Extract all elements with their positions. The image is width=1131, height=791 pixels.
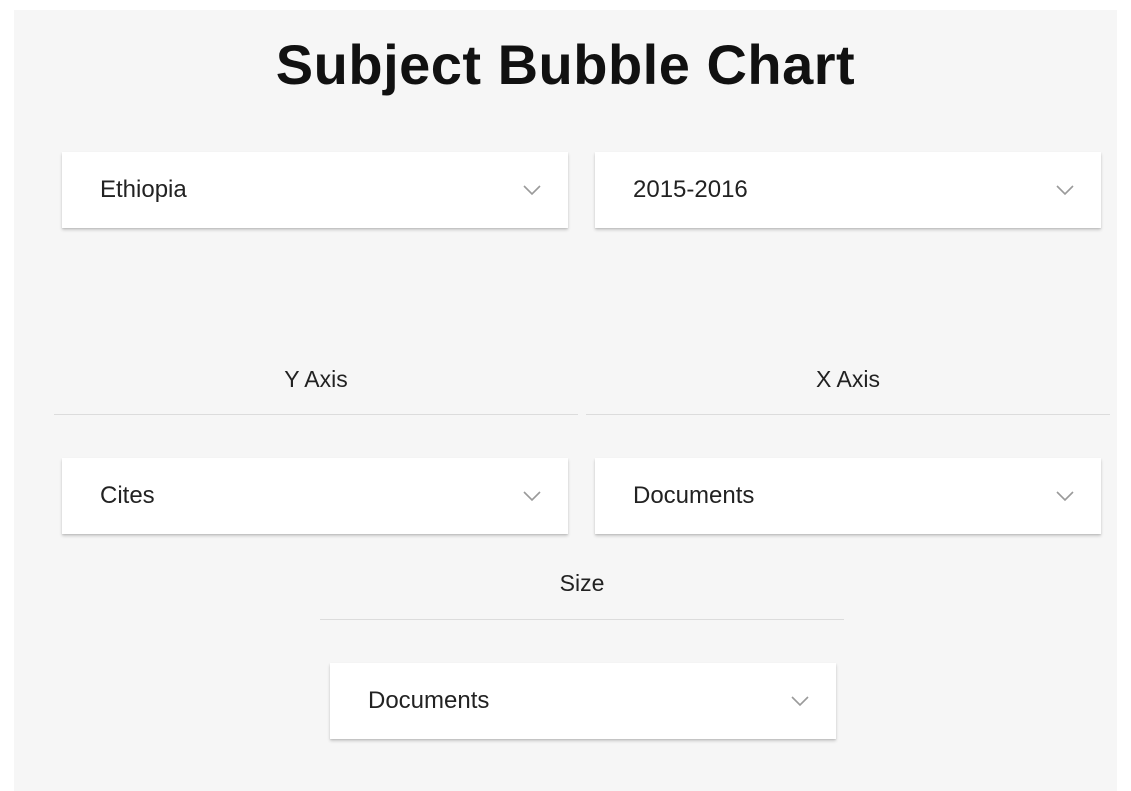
country-select[interactable]: Ethiopia [62, 152, 568, 228]
x-axis-select-value: Documents [633, 482, 755, 509]
chevron-down-icon [522, 490, 542, 502]
x-axis-divider [586, 414, 1110, 415]
x-axis-select[interactable]: Documents [595, 458, 1101, 534]
chevron-down-icon [790, 695, 810, 707]
size-divider [320, 619, 844, 620]
bubble-chart-config-panel: Subject Bubble Chart Ethiopia 2015-2016 … [14, 10, 1117, 791]
period-select-value: 2015-2016 [633, 176, 748, 203]
period-select[interactable]: 2015-2016 [595, 152, 1101, 228]
y-axis-label: Y Axis [284, 366, 348, 392]
page-title: Subject Bubble Chart [275, 33, 856, 96]
country-select-value: Ethiopia [100, 176, 187, 203]
chevron-down-icon [1055, 184, 1075, 196]
y-axis-divider [54, 414, 578, 415]
y-axis-select-value: Cites [100, 482, 155, 509]
size-label: Size [559, 570, 605, 596]
y-axis-select[interactable]: Cites [62, 458, 568, 534]
chevron-down-icon [1055, 490, 1075, 502]
chevron-down-icon [522, 184, 542, 196]
size-select-value: Documents [368, 687, 490, 714]
x-axis-label: X Axis [816, 366, 880, 392]
size-select[interactable]: Documents [330, 663, 836, 739]
